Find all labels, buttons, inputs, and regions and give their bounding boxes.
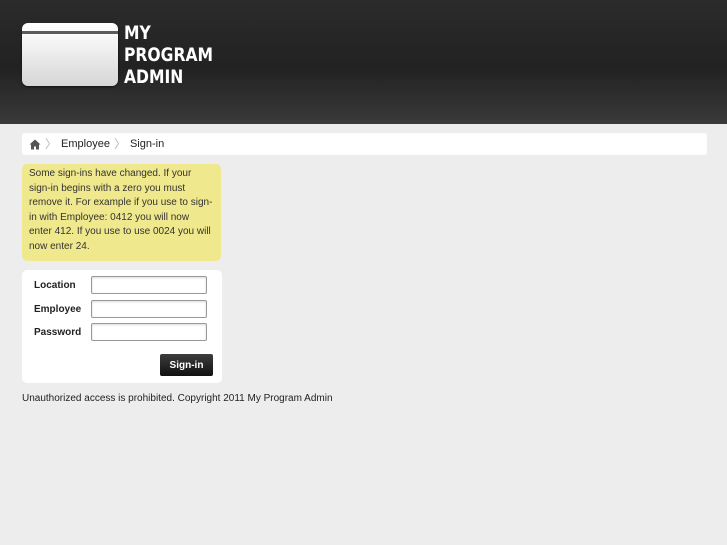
employee-label: Employee — [34, 303, 82, 315]
logo-line-3: ADMIN — [124, 66, 184, 88]
site-header: MY PROGRAM ADMIN — [0, 0, 727, 124]
breadcrumb-item-employee[interactable]: Employee — [61, 133, 110, 155]
signin-button[interactable]: Sign-in — [160, 354, 213, 376]
logo-icon — [22, 23, 118, 86]
employee-input[interactable] — [91, 300, 207, 318]
home-icon[interactable] — [29, 139, 41, 150]
location-label: Location — [34, 279, 76, 291]
logo-line-2: PROGRAM — [124, 44, 214, 66]
location-input[interactable] — [91, 276, 207, 294]
password-label: Password — [34, 326, 82, 338]
logo-line-1: MY — [124, 22, 151, 44]
password-input[interactable] — [91, 323, 207, 341]
location-row: Location — [34, 275, 207, 295]
signin-change-notice: Some sign-ins have changed. If your sign… — [22, 164, 221, 261]
signin-form: Location Employee Password Sign-in — [22, 270, 222, 383]
employee-row: Employee — [34, 299, 207, 319]
logo-strip — [22, 31, 118, 34]
footer-copyright: Unauthorized access is prohibited. Copyr… — [22, 393, 333, 404]
password-row: Password — [34, 322, 207, 342]
logo-text: MY PROGRAM ADMIN — [124, 22, 213, 88]
breadcrumb: 〉 Employee 〉 Sign-in — [22, 133, 707, 155]
breadcrumb-separator-icon: 〉 — [45, 137, 58, 151]
breadcrumb-separator-icon: 〉 — [113, 137, 126, 151]
breadcrumb-item-signin: Sign-in — [129, 138, 165, 150]
